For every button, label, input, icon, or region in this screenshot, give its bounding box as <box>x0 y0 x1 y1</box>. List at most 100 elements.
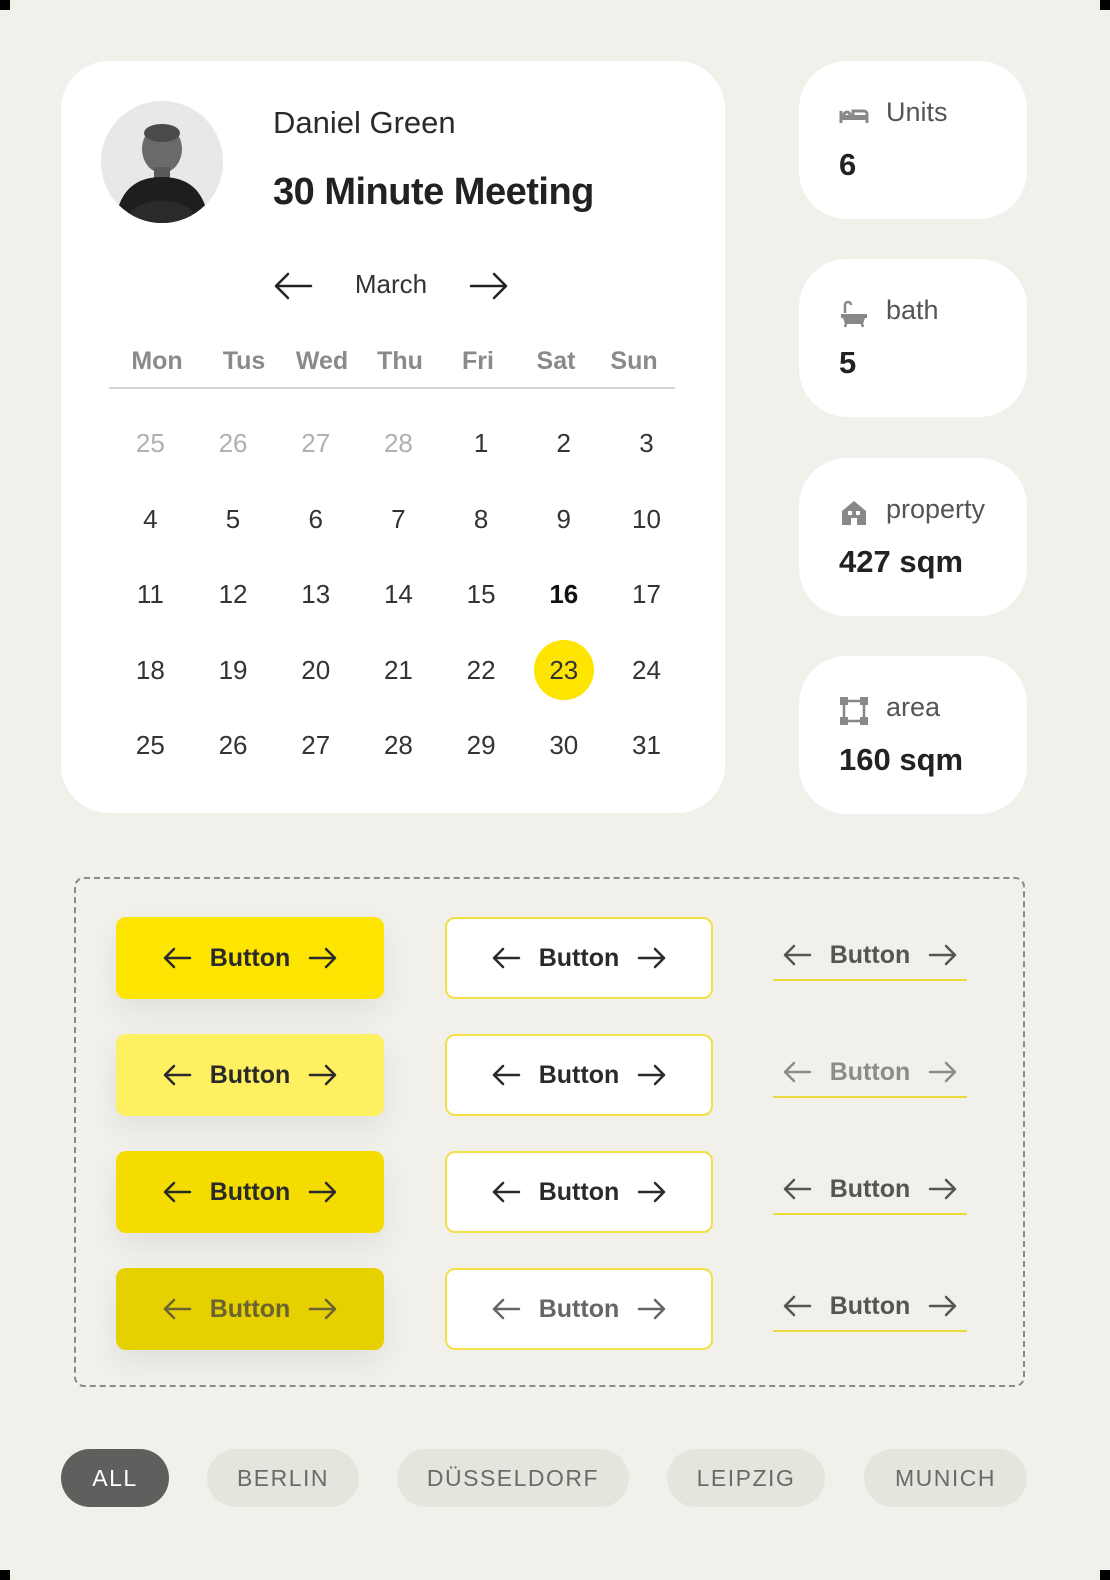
calendar-day[interactable]: 29 <box>440 708 523 784</box>
calendar-day[interactable]: 6 <box>274 482 357 558</box>
calendar-day[interactable]: 28 <box>357 406 440 482</box>
calendar-day-number: 24 <box>632 654 661 685</box>
calendar-day[interactable]: 30 <box>522 708 605 784</box>
stat-label: property <box>886 494 986 524</box>
calendar-day[interactable]: 27 <box>274 406 357 482</box>
calendar-day[interactable]: 22 <box>440 633 523 709</box>
arrow-right-icon <box>638 1181 666 1203</box>
calendar-day[interactable]: 26 <box>192 406 275 482</box>
outline-button-hover[interactable]: Button <box>445 1034 713 1116</box>
calendar-day[interactable]: 9 <box>522 482 605 558</box>
filter-chip-berlin[interactable]: BERLIN <box>207 1449 359 1507</box>
calendar-day[interactable]: 16 <box>522 557 605 633</box>
month-label: March <box>354 269 428 299</box>
calendar-day[interactable]: 31 <box>605 708 688 784</box>
calendar-day[interactable]: 28 <box>357 708 440 784</box>
calendar-day-number: 10 <box>632 503 661 534</box>
arrow-right-icon <box>929 944 957 966</box>
primary-button-pressed[interactable]: Button <box>116 1151 384 1233</box>
link-button-pressed[interactable]: Button <box>773 1165 967 1215</box>
calendar-day-number: 6 <box>308 503 323 534</box>
weekday-label: Thu <box>377 347 423 375</box>
stat-card-area: area 160 sqm <box>799 656 1027 814</box>
calendar-day[interactable]: 19 <box>192 633 275 709</box>
calendar-day[interactable]: 20 <box>274 633 357 709</box>
booking-calendar-card: Daniel Green 30 Minute Meeting March Mon… <box>61 61 725 813</box>
avatar <box>101 101 223 223</box>
stat-value: 160 sqm <box>839 742 964 777</box>
meeting-title: 30 Minute Meeting <box>273 171 594 213</box>
calendar-day[interactable]: 25 <box>109 406 192 482</box>
link-button-disabled[interactable]: Button <box>773 1282 967 1332</box>
calendar-day[interactable]: 26 <box>192 708 275 784</box>
button-label: Button <box>829 1174 911 1203</box>
calendar-day-number: 25 <box>135 730 165 761</box>
calendar-day[interactable]: 24 <box>605 633 688 709</box>
calendar-day[interactable]: 14 <box>357 557 440 633</box>
calendar-day[interactable]: 5 <box>192 482 275 558</box>
stat-value: 427 sqm <box>839 544 964 579</box>
outline-button-pressed[interactable]: Button <box>445 1151 713 1233</box>
calendar-day[interactable]: 25 <box>109 708 192 784</box>
corner-mark <box>1100 0 1110 10</box>
calendar-day-number: 9 <box>556 503 572 534</box>
link-button-default[interactable]: Button <box>773 931 967 981</box>
filter-chip-leipzig[interactable]: LEIPZIG <box>667 1449 825 1507</box>
weekday-label: Tus <box>222 347 266 375</box>
link-button-hover[interactable]: Button <box>773 1048 967 1098</box>
calendar-day[interactable]: 18 <box>109 633 192 709</box>
corner-mark <box>1100 1570 1110 1580</box>
arrow-left-icon <box>783 1061 811 1083</box>
calendar-day[interactable]: 8 <box>440 482 523 558</box>
calendar-day[interactable]: 1 <box>440 406 523 482</box>
arrow-right-icon <box>638 947 666 969</box>
primary-button-default[interactable]: Button <box>116 917 384 999</box>
arrow-right-icon <box>309 1181 337 1203</box>
arrow-left-icon <box>163 1064 191 1086</box>
button-label: Button <box>829 1291 911 1320</box>
calendar-day-number: 7 <box>391 503 406 534</box>
previous-month-button[interactable] <box>271 269 315 303</box>
calendar-day[interactable]: 15 <box>440 557 523 633</box>
calendar-day-number: 28 <box>383 428 413 459</box>
filter-chip-dusseldorf[interactable]: DÜSSELDORF <box>397 1449 629 1507</box>
weekday-label: Wed <box>295 347 349 375</box>
calendar-day[interactable]: 12 <box>192 557 275 633</box>
calendar-day-number: 16 <box>549 579 579 610</box>
corner-mark <box>0 0 10 10</box>
button-label: Button <box>209 1294 291 1323</box>
calendar-day-number: 28 <box>383 730 413 761</box>
calendar-day-number: 1 <box>473 428 489 459</box>
button-label: Button <box>538 1060 620 1089</box>
filter-chip-munich[interactable]: MUNICH <box>864 1449 1027 1507</box>
calendar-day-selected[interactable]: 23 <box>522 633 605 709</box>
calendar-day[interactable]: 4 <box>109 482 192 558</box>
calendar-day-number: 26 <box>218 730 248 761</box>
calendar-day[interactable]: 2 <box>522 406 605 482</box>
button-label: Button <box>829 940 911 969</box>
calendar-day[interactable]: 13 <box>274 557 357 633</box>
calendar-day[interactable]: 17 <box>605 557 688 633</box>
primary-button-hover[interactable]: Button <box>116 1034 384 1116</box>
arrow-right-icon <box>638 1298 666 1320</box>
calendar-day[interactable]: 11 <box>109 557 192 633</box>
weekday-header: Mon Tus Wed Thu Fri Sat Sun <box>109 347 675 389</box>
calendar-day[interactable]: 7 <box>357 482 440 558</box>
filter-chip-all[interactable]: ALL <box>61 1449 169 1507</box>
button-label: Button <box>538 1177 620 1206</box>
calendar-day-number: 29 <box>466 730 496 761</box>
primary-button-disabled[interactable]: Button <box>116 1268 384 1350</box>
calendar-day[interactable]: 21 <box>357 633 440 709</box>
calendar-day[interactable]: 3 <box>605 406 688 482</box>
calendar-day-number: 31 <box>632 730 661 761</box>
outline-button-disabled[interactable]: Button <box>445 1268 713 1350</box>
arrow-left-icon <box>163 1298 191 1320</box>
arrow-left-icon <box>783 1295 811 1317</box>
next-month-button[interactable] <box>467 269 511 303</box>
stat-card-units: Units 6 <box>799 61 1027 219</box>
calendar-day-number: 30 <box>549 730 579 761</box>
outline-button-default[interactable]: Button <box>445 917 713 999</box>
calendar-day[interactable]: 27 <box>274 708 357 784</box>
calendar-day-number: 5 <box>225 503 241 534</box>
calendar-day[interactable]: 10 <box>605 482 688 558</box>
